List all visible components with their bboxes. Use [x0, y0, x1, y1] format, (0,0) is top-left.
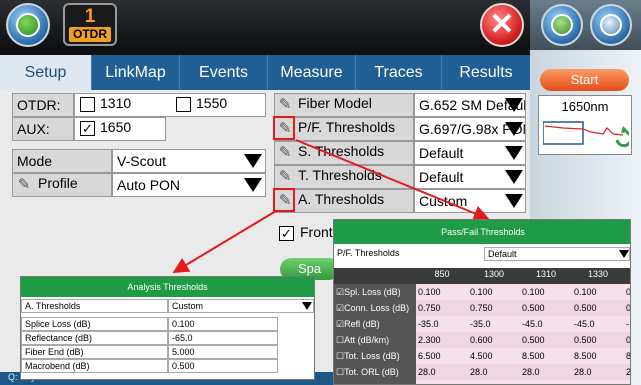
passfail-pf-label: P/F. Thresholds	[337, 248, 400, 258]
arrow-to-passfail	[295, 139, 490, 221]
pf-row-value[interactable]: 0.100	[522, 284, 572, 300]
passfail-thresholds-popup: Pass/Fail Thresholds P/F. Thresholds Def…	[333, 219, 631, 385]
macrobend-label: Macrobend (dB)	[21, 359, 168, 373]
pf-row-value[interactable]: 4.500	[470, 348, 520, 364]
pf-row-value[interactable]: 8.500	[574, 348, 624, 364]
pf-row-value[interactable]: 0.100	[574, 284, 624, 300]
analysis-a-value: Custom	[172, 301, 204, 311]
splice-loss-value[interactable]: 0.100	[168, 317, 278, 331]
pf-col-header: 1310	[535, 269, 557, 279]
pf-row-value[interactable]: 0.750	[418, 300, 468, 316]
pf-row-value-cut: 0	[626, 287, 631, 297]
pf-row-value[interactable]: 0.500	[574, 300, 624, 316]
pf-table-row: ☐Tot. Loss (dB) 6.500 4.500 8.500 8.500 8	[334, 348, 631, 364]
pf-row-label[interactable]: ☐Att (dB/km)	[334, 332, 416, 348]
analysis-thresholds-popup: Analysis Thresholds A. Thresholds Custom…	[20, 276, 315, 380]
pf-row-value-cut: 2	[626, 380, 630, 384]
pf-row-label[interactable]: ☐Fib. Length (km)	[334, 380, 416, 384]
pf-row-value[interactable]: 28.0	[418, 364, 468, 380]
pf-table-row: ☑Refl (dB) -35.0 -35.0 -45.0 -45.0-	[334, 316, 630, 332]
pf-row-value[interactable]: 0.100	[418, 284, 468, 300]
pf-row-value[interactable]: 2.00000	[418, 380, 468, 384]
passfail-pf-value: Default	[488, 249, 517, 259]
pf-row-label[interactable]: ☑Spl. Loss (dB)	[334, 284, 416, 300]
pf-row-value[interactable]: -35.0	[418, 316, 468, 332]
pf-row-value[interactable]: 21.00000	[574, 380, 624, 384]
pf-col-header: 1330	[587, 269, 609, 279]
pf-row-value-cut: 2	[626, 367, 631, 377]
pf-row-label[interactable]: ☑Refl (dB)	[334, 316, 416, 332]
passfail-pf-select[interactable]: Default	[484, 247, 630, 261]
pf-row-value-cut: 0	[626, 335, 631, 345]
fiber-end-value[interactable]: 5.000	[168, 345, 278, 359]
analysis-popup-title: Analysis Thresholds	[21, 277, 314, 297]
fiber-end-label: Fiber End (dB)	[21, 345, 168, 359]
pf-row-value[interactable]: 0.750	[470, 300, 520, 316]
pf-table-row: ☐Att (dB/km) 2.300 0.600 0.500 0.500 0	[334, 332, 631, 348]
pf-row-value[interactable]: -35.0	[470, 316, 520, 332]
pf-row-value[interactable]: 2.300	[418, 332, 468, 348]
pf-row-value[interactable]: 8.500	[522, 348, 572, 364]
pf-row-label[interactable]: ☑Conn. Loss (dB)	[334, 300, 416, 316]
macrobend-value[interactable]: 0.500	[168, 359, 278, 373]
analysis-a-label: A. Thresholds	[21, 299, 168, 313]
pf-row-label[interactable]: ☐Tot. Loss (dB)	[334, 348, 416, 364]
pf-row-label[interactable]: ☐Tot. ORL (dB)	[334, 364, 416, 380]
pf-row-value[interactable]: -45.0	[522, 316, 572, 332]
arrow-to-analysis	[172, 210, 277, 274]
pf-row-value[interactable]: 0.600	[470, 332, 520, 348]
splice-loss-label: Splice Loss (dB)	[21, 317, 168, 331]
analysis-a-select[interactable]: Custom	[168, 299, 314, 313]
pf-row-value[interactable]: 0.500	[574, 332, 624, 348]
pf-row-value[interactable]: 0.500	[522, 332, 572, 348]
pf-row-value[interactable]: 5.00000	[470, 380, 520, 384]
pf-row-value-cut: 8	[626, 351, 631, 361]
pf-table-row: ☑Spl. Loss (dB) 0.100 0.100 0.100 0.100 0	[334, 284, 631, 300]
pf-row-value[interactable]: 28.0	[522, 364, 572, 380]
pf-table-row: ☑Conn. Loss (dB) 0.750 0.750 0.500 0.500 0	[334, 300, 631, 316]
pf-row-value[interactable]: 0.100	[470, 284, 520, 300]
pf-row-value[interactable]: 21.00000	[522, 380, 572, 384]
pf-row-value-cut: -	[626, 319, 629, 329]
pf-row-value[interactable]: -45.0	[574, 316, 624, 332]
pf-row-value[interactable]: 28.0	[574, 364, 624, 380]
pf-row-value[interactable]: 28.0	[470, 364, 520, 380]
analysis-a-dropdown-icon	[302, 302, 312, 310]
pf-table-row: ☐Fib. Length (km)2.000005.0000021.000002…	[334, 380, 630, 384]
pf-row-value[interactable]: 6.500	[418, 348, 468, 364]
pf-col-header: 1300	[483, 269, 505, 279]
pf-row-value[interactable]: 0.500	[522, 300, 572, 316]
pf-table-row: ☐Tot. ORL (dB) 28.0 28.0 28.0 28.0 2	[334, 364, 631, 380]
pf-row-value-cut: 0	[626, 303, 631, 313]
pf-col-header: 850	[434, 269, 450, 279]
reflectance-label: Reflectance (dB)	[21, 331, 168, 345]
reflectance-value[interactable]: -65.0	[168, 331, 278, 345]
passfail-popup-title: Pass/Fail Thresholds	[334, 220, 630, 244]
passfail-pf-dropdown-icon	[619, 250, 629, 258]
